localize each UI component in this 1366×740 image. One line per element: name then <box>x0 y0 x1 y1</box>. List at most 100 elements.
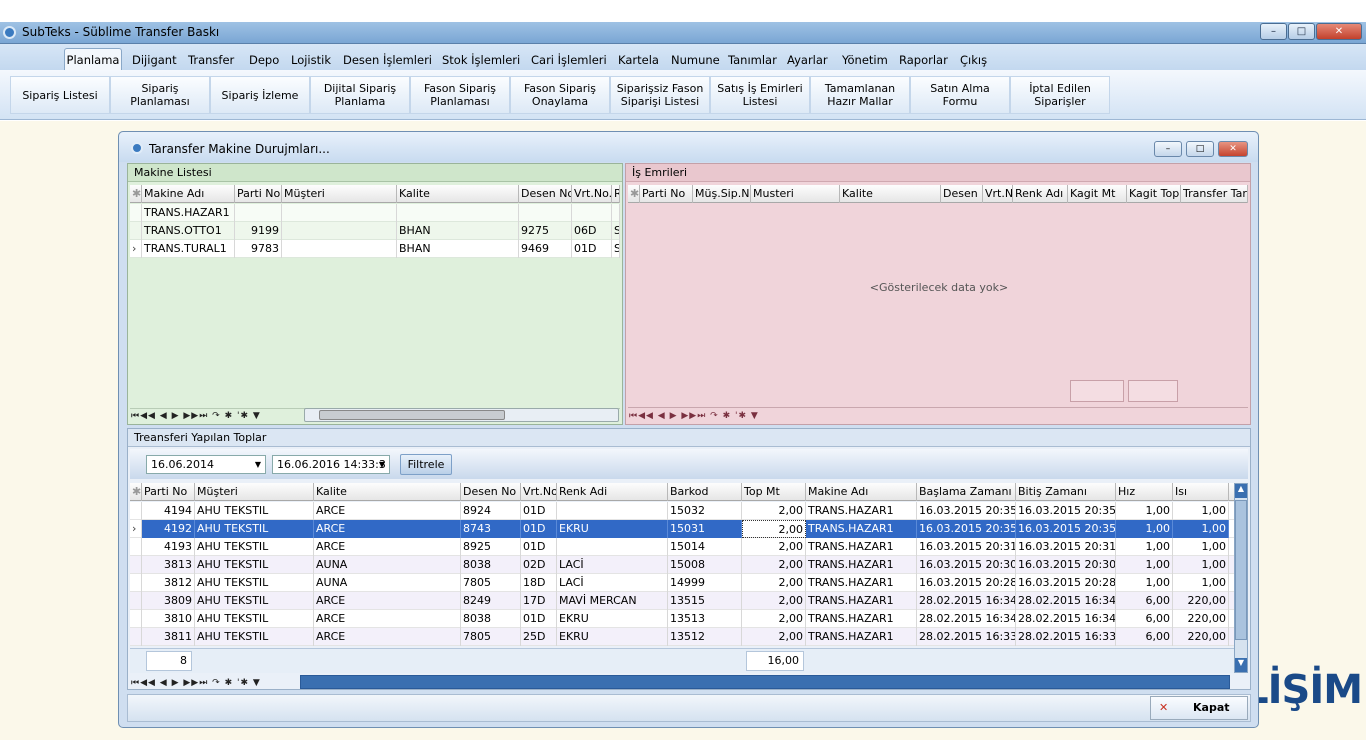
menu-kartela[interactable]: Kartela <box>618 44 659 70</box>
ribbon-fason-siparis-planlamasi[interactable]: Fason Sipariş Planlaması <box>410 76 510 114</box>
cell-vrt-no: 25D <box>521 628 557 646</box>
ribbon-satis-is-emirleri[interactable]: Satış İş Emirleri Listesi <box>710 76 810 114</box>
col-kalite[interactable]: Kalite <box>314 483 461 501</box>
close-button[interactable]: ✕ Kapat <box>1150 696 1248 720</box>
col-r[interactable]: R <box>612 185 620 203</box>
menu-planlama[interactable]: Planlama <box>64 48 122 72</box>
app-title-bar: SubTeks - Süblime Transfer Baskı – □ ✕ <box>0 22 1366 44</box>
close-app-button[interactable]: ✕ <box>1316 23 1362 40</box>
menu-raporlar[interactable]: Raporlar <box>899 44 948 70</box>
transfer-row[interactable]: 3811 AHU TEKSTIL ARCE 7805 25D EKRU 13512 2,00 T… <box>130 628 1234 646</box>
col-mus-sip-no[interactable]: Müş.Sip.No <box>693 185 751 203</box>
machine-row[interactable]: TRANS.OTTO19199 BHAN927506DS <box>130 222 620 240</box>
machine-hscrollbar[interactable] <box>304 408 619 422</box>
date-to-input[interactable]: 16.06.2016 14:33:3 ▼ <box>272 455 390 474</box>
machine-grid-header: ✱ Makine Adı Parti No Müşteri Kalite Des… <box>130 185 620 203</box>
window-close-button[interactable]: ✕ <box>1218 141 1248 157</box>
machine-row[interactable]: TRANS.HAZAR1 <box>130 204 620 222</box>
cell-desen-no: 8743 <box>461 520 521 538</box>
window-maximize-button[interactable]: □ <box>1186 141 1214 157</box>
col-kalite[interactable]: Kalite <box>397 185 519 203</box>
col-kagit-top[interactable]: Kagit Top <box>1127 185 1181 203</box>
cell-vrt-no: 02D <box>521 556 557 574</box>
col-kagit-mt[interactable]: Kagit Mt <box>1068 185 1127 203</box>
col-kalite[interactable]: Kalite <box>840 185 941 203</box>
ribbon-tamamlanan-hazir-mallar[interactable]: Tamamlanan Hazır Mallar <box>810 76 910 114</box>
col-hiz[interactable]: Hız <box>1116 483 1173 501</box>
col-barkod[interactable]: Barkod <box>668 483 742 501</box>
ribbon-siparissiz-fason-listesi[interactable]: Siparişsiz Fason Siparişi Listesi <box>610 76 710 114</box>
col-musteri[interactable]: Müşteri <box>282 185 397 203</box>
menu-tanimlar[interactable]: Tanımlar <box>728 44 777 70</box>
scroll-up-icon[interactable]: ▲ <box>1235 484 1247 498</box>
col-top-mt[interactable]: Top Mt <box>742 483 806 501</box>
machine-row[interactable]: ›TRANS.TURAL19783 BHAN946901DS <box>130 240 620 258</box>
cell-makine-adı: TRANS.OTTO1 <box>142 222 235 240</box>
col-renk-adi[interactable]: Renk Adı <box>1013 185 1068 203</box>
col-vrt-no[interactable]: Vrt.No <box>521 483 557 501</box>
scroll-down-icon[interactable]: ▼ <box>1235 658 1247 672</box>
col-parti-no[interactable]: Parti No <box>235 185 282 203</box>
orders-grid-navigator[interactable]: ⏮◀◀ ◀ ▶ ▶▶⏭ ↷ ✱ '✱ ▼ <box>629 408 799 424</box>
menu-stok-islemleri[interactable]: Stok İşlemleri <box>442 44 520 70</box>
col-renk-adi[interactable]: Renk Adi <box>557 483 668 501</box>
cell-renk-adi: LACİ <box>557 574 668 592</box>
col-parti-no[interactable]: Parti No <box>142 483 195 501</box>
transfer-row[interactable]: 3809 AHU TEKSTIL ARCE 8249 17D MAVİ MERCAN 135… <box>130 592 1234 610</box>
col-desen-no[interactable]: Desen N <box>941 185 983 203</box>
transfer-row[interactable]: 4194 AHU TEKSTIL ARCE 8924 01D 15032 2,00 TRANS… <box>130 502 1234 520</box>
transfers-grid-navigator[interactable]: ⏮◀◀ ◀ ▶ ▶▶⏭ ↷ ✱ '✱ ▼ <box>131 675 301 691</box>
ribbon-fason-siparis-onaylama[interactable]: Fason Sipariş Onaylama <box>510 76 610 114</box>
ribbon-siparis-izleme[interactable]: Sipariş İzleme <box>210 76 310 114</box>
menu-ayarlar[interactable]: Ayarlar <box>787 44 828 70</box>
cell-makine-adı: TRANS.HAZAR1 <box>806 592 917 610</box>
col-makine-adi[interactable]: Makine Adı <box>806 483 917 501</box>
col-vrt-no[interactable]: Vrt.N <box>983 185 1013 203</box>
menu-cikis[interactable]: Çıkış <box>960 44 987 70</box>
vscroll-thumb[interactable] <box>1235 500 1247 640</box>
machine-grid-navigator[interactable]: ⏮◀◀ ◀ ▶ ▶▶⏭ ↷ ✱ '✱ ▼ <box>131 408 301 424</box>
menu-numune[interactable]: Numune <box>671 44 720 70</box>
transfer-row[interactable]: 4193 AHU TEKSTIL ARCE 8925 01D 15014 2,00 TRANS… <box>130 538 1234 556</box>
col-baslama-zamani[interactable]: Başlama Zamanı <box>917 483 1016 501</box>
ribbon-siparis-listesi[interactable]: Sipariş Listesi <box>10 76 110 114</box>
cell-hız: 6,00 <box>1116 628 1173 646</box>
cell-bitiş-zamanı: 16.03.2015 20:35:3 <box>1016 502 1116 520</box>
transfer-row[interactable]: › 4192 AHU TEKSTIL ARCE 8743 01D EKRU 15031 2,00… <box>130 520 1234 538</box>
dropdown-arrow-icon[interactable]: ▼ <box>379 456 385 473</box>
menu-transfer[interactable]: Transfer <box>188 44 234 70</box>
col-parti-no[interactable]: Parti No <box>640 185 693 203</box>
col-isi[interactable]: Isı <box>1173 483 1229 501</box>
orders-hscrollbar[interactable] <box>802 408 1247 422</box>
menu-desen-islemleri[interactable]: Desen İşlemleri <box>343 44 432 70</box>
menu-cari-islemleri[interactable]: Cari İşlemleri <box>531 44 607 70</box>
maximize-button[interactable]: □ <box>1288 23 1315 40</box>
minimize-button[interactable]: – <box>1260 23 1287 40</box>
col-musteri[interactable]: Müşteri <box>195 483 314 501</box>
menu-yonetim[interactable]: Yönetim <box>842 44 888 70</box>
transfer-row[interactable]: 3813 AHU TEKSTIL AUNA 8038 02D LACİ 15008 2,00 T… <box>130 556 1234 574</box>
transfers-hscrollbar[interactable] <box>300 675 1230 689</box>
date-from-input[interactable]: 16.06.2014 ▼ <box>146 455 266 474</box>
col-makine-adi[interactable]: Makine Adı <box>142 185 235 203</box>
menu-dijigant[interactable]: Dijigant <box>132 44 177 70</box>
ribbon-iptal-edilen-siparisler[interactable]: İptal Edilen Siparişler <box>1010 76 1110 114</box>
col-transfer-tarihi[interactable]: Transfer Tari <box>1181 185 1248 203</box>
ribbon-siparis-planlamasi[interactable]: Sipariş Planlaması <box>110 76 210 114</box>
dropdown-arrow-icon[interactable]: ▼ <box>255 456 261 473</box>
col-desen-no[interactable]: Desen No <box>461 483 521 501</box>
menu-lojistik[interactable]: Lojistik <box>291 44 331 70</box>
col-desen-no[interactable]: Desen No <box>519 185 572 203</box>
ribbon-dijital-siparis-planlama[interactable]: Dijital Sipariş Planlama <box>310 76 410 114</box>
menu-depo[interactable]: Depo <box>249 44 279 70</box>
col-vrt-no[interactable]: Vrt.No. <box>572 185 612 203</box>
transfer-row[interactable]: 3812 AHU TEKSTIL AUNA 7805 18D LACİ 14999 2,00 T… <box>130 574 1234 592</box>
machine-hscroll-thumb[interactable] <box>319 410 505 420</box>
col-bitis-zamani[interactable]: Bitiş Zamanı <box>1016 483 1116 501</box>
filter-button[interactable]: Filtrele <box>400 454 452 475</box>
transfers-vscrollbar[interactable]: ▲ ▼ <box>1234 483 1248 673</box>
col-musteri[interactable]: Musteri <box>751 185 840 203</box>
ribbon-satin-alma-formu[interactable]: Satın Alma Formu <box>910 76 1010 114</box>
window-minimize-button[interactable]: – <box>1154 141 1182 157</box>
transfer-row[interactable]: 3810 AHU TEKSTIL ARCE 8038 01D EKRU 13513 2,00 T… <box>130 610 1234 628</box>
